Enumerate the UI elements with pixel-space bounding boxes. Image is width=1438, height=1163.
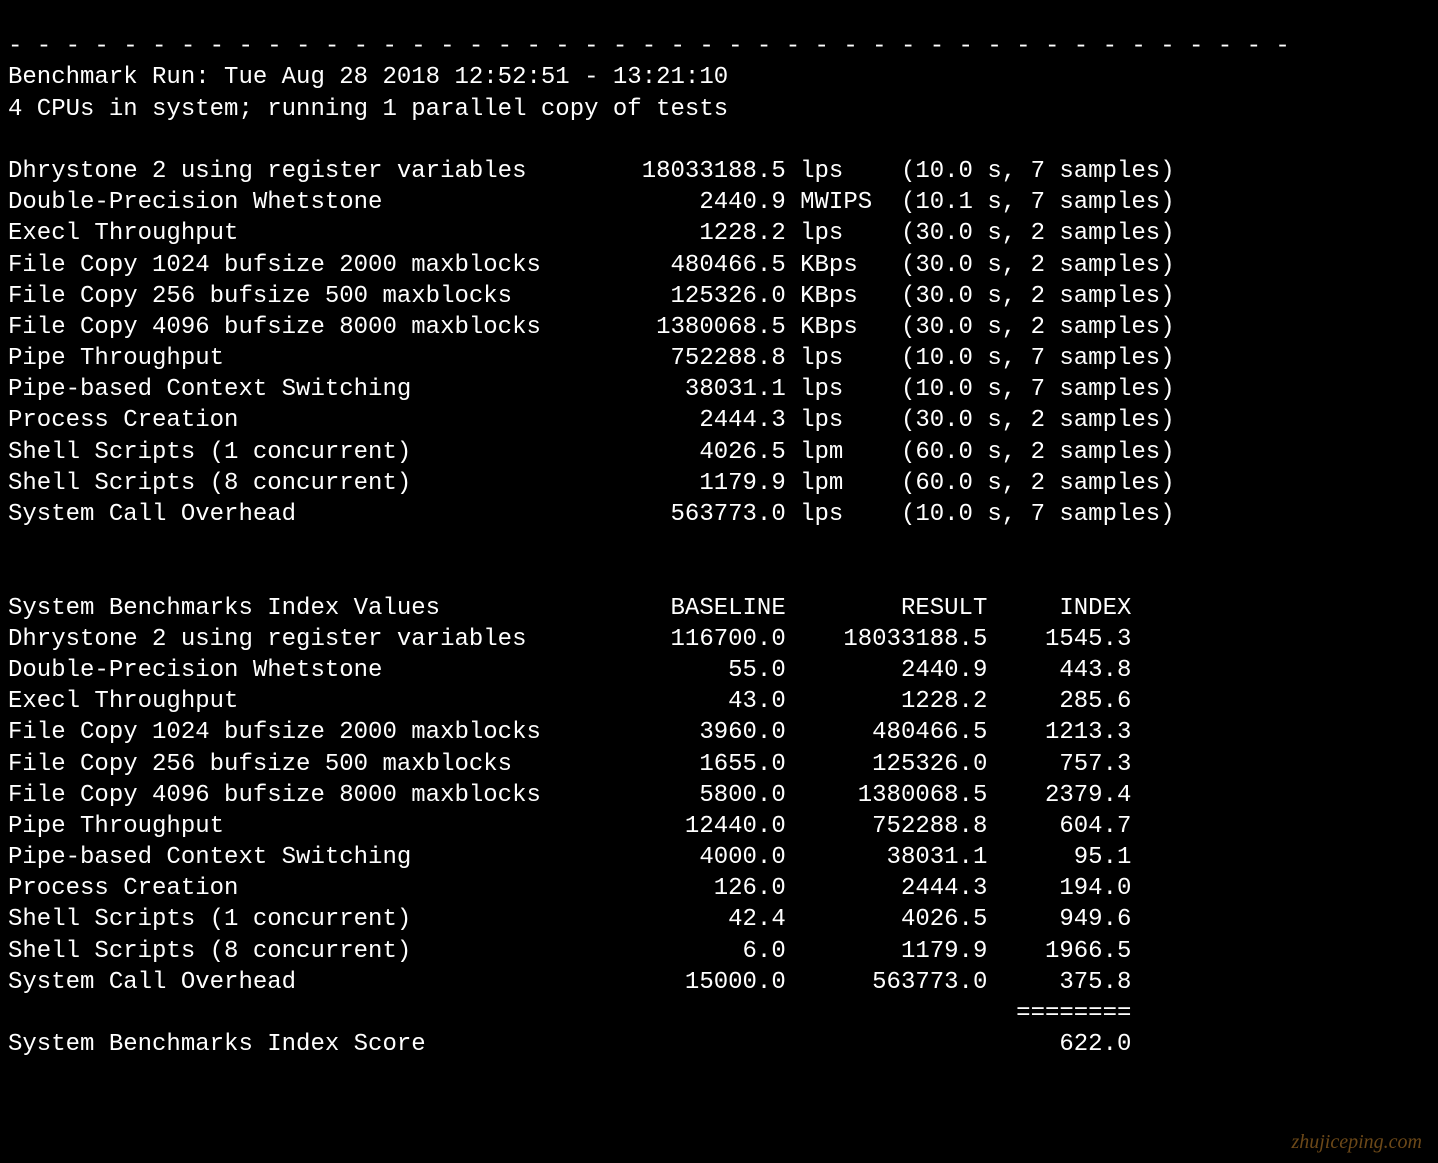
index-block: System Benchmarks Index Values BASELINE … xyxy=(8,593,1430,1061)
watermark-text: zhujiceping.com xyxy=(1291,1129,1422,1155)
benchmark-run-line: Benchmark Run: Tue Aug 28 2018 12:52:51 … xyxy=(8,64,728,91)
tests-block: Dhrystone 2 using register variables 180… xyxy=(8,156,1430,530)
terminal-output: - - - - - - - - - - - - - - - - - - - - … xyxy=(0,0,1438,1092)
cpu-line: 4 CPUs in system; running 1 parallel cop… xyxy=(8,96,728,123)
divider-line: - - - - - - - - - - - - - - - - - - - - … xyxy=(8,33,1290,60)
